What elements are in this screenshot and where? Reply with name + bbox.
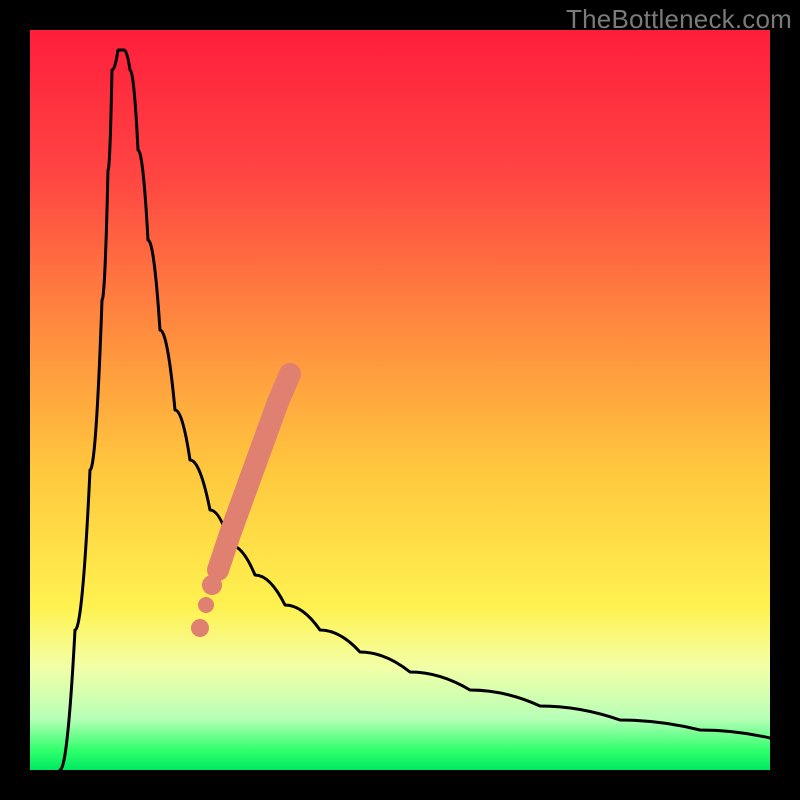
marker-dot <box>202 575 222 595</box>
marker-dot <box>198 597 214 613</box>
marker-dot <box>191 619 209 637</box>
curve-layer <box>30 30 770 770</box>
marker-dots <box>191 575 222 637</box>
marker-band <box>218 374 290 570</box>
bottleneck-curve <box>60 50 770 770</box>
plot-area <box>30 30 770 770</box>
chart-frame: TheBottleneck.com <box>0 0 800 800</box>
